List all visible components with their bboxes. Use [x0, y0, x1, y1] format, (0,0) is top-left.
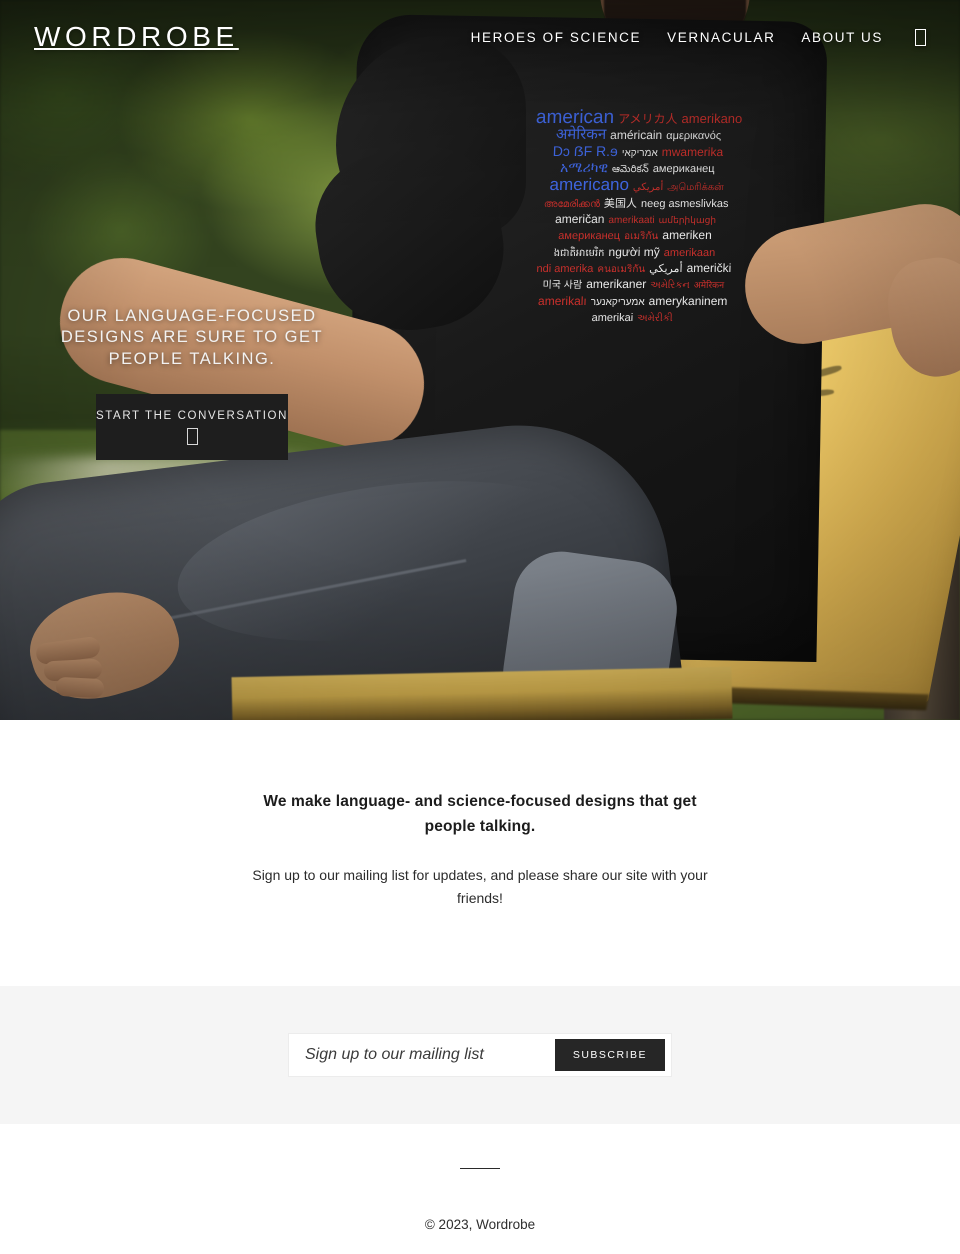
cart-icon-glyph	[915, 28, 926, 46]
intro-section: We make language- and science-focused de…	[0, 720, 960, 986]
subscribe-section: SUBSCRIBE	[0, 985, 960, 1124]
nav-links: HEROES OF SCIENCE VERNACULAR ABOUT US	[471, 28, 926, 46]
hero-copy: OUR LANGUAGE-FOCUSED DESIGNS ARE SURE TO…	[0, 306, 384, 460]
main-navigation: WORDROBE HEROES OF SCIENCE VERNACULAR AB…	[0, 0, 960, 74]
cta-label: START THE CONVERSATION	[96, 410, 288, 423]
intro-subtext: Sign up to our mailing list for updates,…	[252, 866, 708, 906]
nav-item-vernacular[interactable]: VERNACULAR	[667, 30, 775, 45]
intro-heading: We make language- and science-focused de…	[263, 793, 697, 835]
copyright-text: © 2023, Wordrobe	[424, 1216, 536, 1232]
nav-item-about-us[interactable]: ABOUT US	[801, 30, 883, 45]
arrow-icon	[186, 427, 198, 445]
site-logo[interactable]: WORDROBE	[34, 21, 239, 53]
nav-item-heroes-of-science[interactable]: HEROES OF SCIENCE	[471, 30, 641, 45]
newsletter-form: SUBSCRIBE	[288, 1032, 672, 1077]
footer-divider	[460, 1167, 500, 1169]
page-footer: © 2023, Wordrobe	[0, 1123, 960, 1232]
subscribe-button[interactable]: SUBSCRIBE	[554, 1038, 665, 1071]
hero-headline: OUR LANGUAGE-FOCUSED DESIGNS ARE SURE TO…	[60, 307, 324, 368]
intro-inner: We make language- and science-focused de…	[240, 790, 720, 910]
email-field[interactable]	[289, 1033, 555, 1076]
cart-icon[interactable]	[915, 28, 926, 46]
hero-section: americanアメリカ人amerikanoअमेरिकनaméricainαμ…	[0, 0, 960, 720]
start-conversation-button[interactable]: START THE CONVERSATION	[96, 394, 288, 460]
